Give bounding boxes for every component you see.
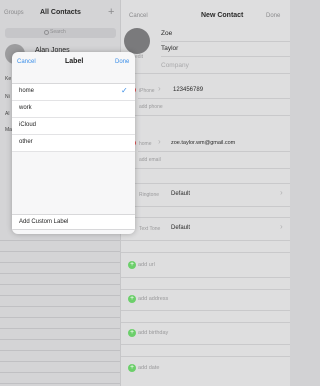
search-icon <box>44 30 49 35</box>
list-item[interactable]: Al <box>5 111 9 117</box>
email-field[interactable]: zoe.taylor.wm@gmail.com <box>171 140 235 146</box>
label-option-home[interactable]: home ✓ <box>12 84 135 101</box>
groups-button[interactable]: Groups <box>4 10 24 16</box>
list-item[interactable]: Ke <box>5 76 11 82</box>
empty-list-rows <box>0 230 120 384</box>
list-item[interactable]: Ni <box>5 94 10 100</box>
ipad-screen: Groups All Contacts + Search Alan Jones … <box>0 0 290 386</box>
company-field[interactable]: Company <box>161 62 189 69</box>
phone-field[interactable]: 123456789 <box>173 87 203 93</box>
checkmark-icon: ✓ <box>121 86 128 95</box>
last-name-field[interactable]: Taylor <box>161 45 178 52</box>
plus-icon[interactable]: + <box>108 6 114 18</box>
search-placeholder: Search <box>50 29 66 35</box>
option-label: home <box>19 88 35 94</box>
popover-title: Label <box>65 58 84 65</box>
popover-done-button[interactable]: Done <box>115 59 129 65</box>
add-icon: + <box>128 261 136 269</box>
label-popover: Cancel Label Done home ✓ work iCloud oth… <box>12 52 135 234</box>
label-option-other[interactable]: other <box>12 135 135 152</box>
label-options-list: home ✓ work iCloud other <box>12 83 135 152</box>
option-label: other <box>19 139 33 145</box>
custom-label-text: Add Custom Label <box>19 219 69 225</box>
contacts-nav-bar: Groups All Contacts + <box>0 6 120 24</box>
add-url-row[interactable]: + add url <box>124 261 290 291</box>
add-address-row[interactable]: + add address <box>124 295 290 325</box>
chevron-right-icon: › <box>158 137 161 146</box>
contact-photo[interactable] <box>124 28 150 54</box>
contacts-title: All Contacts <box>40 9 81 16</box>
first-name-field[interactable]: Zoe <box>161 30 172 37</box>
done-button[interactable]: Done <box>266 13 280 19</box>
add-icon: + <box>128 329 136 337</box>
add-address-label: add address <box>138 296 169 302</box>
add-icon: + <box>128 364 136 372</box>
popover-cancel-button[interactable]: Cancel <box>17 59 36 65</box>
add-date-row[interactable]: + add date <box>124 364 290 386</box>
chevron-right-icon: › <box>158 84 161 93</box>
add-url-label: add url <box>138 262 155 268</box>
list-item[interactable]: Ma <box>5 127 12 133</box>
photo-edit-label[interactable]: edit <box>135 54 143 60</box>
ringtone-value[interactable]: Default <box>171 191 190 197</box>
add-email-button[interactable]: add email <box>139 157 161 163</box>
option-label: iCloud <box>19 122 37 128</box>
add-date-label: add date <box>138 365 160 371</box>
chevron-right-icon: › <box>280 188 283 197</box>
email-label[interactable]: home <box>139 141 152 147</box>
add-birthday-row[interactable]: + add birthday <box>124 329 290 359</box>
option-label: work <box>19 105 32 111</box>
page-title: New Contact <box>201 12 244 19</box>
label-option-icloud[interactable]: iCloud <box>12 118 135 135</box>
cancel-button[interactable]: Cancel <box>129 13 148 19</box>
ringtone-label: Ringtone <box>139 192 160 198</box>
search-input[interactable]: Search <box>5 28 116 38</box>
add-phone-button[interactable]: add phone <box>139 104 163 110</box>
phone-label[interactable]: iPhone <box>139 88 155 94</box>
text-tone-label: Text Tone <box>139 226 161 232</box>
text-tone-value[interactable]: Default <box>171 225 190 231</box>
add-custom-label-button[interactable]: Add Custom Label <box>12 214 135 230</box>
chevron-right-icon: › <box>280 222 283 231</box>
label-option-work[interactable]: work <box>12 101 135 118</box>
add-birthday-label: add birthday <box>138 330 169 336</box>
add-icon: + <box>128 295 136 303</box>
